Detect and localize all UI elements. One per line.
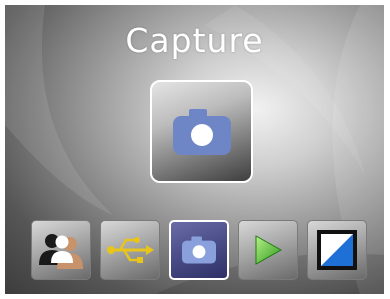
menu-item-capture[interactable] — [169, 220, 229, 280]
menu-item-user-profiles[interactable] — [31, 220, 91, 280]
camera-menu-screen: Capture — [5, 5, 384, 294]
camera-icon — [172, 108, 231, 155]
camera-icon — [182, 236, 216, 264]
menu-item-playback[interactable] — [238, 220, 298, 280]
menu-item-usb[interactable] — [100, 220, 160, 280]
frame-icon — [317, 230, 357, 270]
people-icon — [39, 234, 83, 269]
menu-item-settings[interactable] — [307, 220, 367, 280]
mode-title: Capture — [125, 21, 264, 60]
usb-icon — [107, 237, 154, 263]
capture-preview-tile[interactable] — [150, 80, 253, 183]
play-icon — [255, 235, 282, 265]
